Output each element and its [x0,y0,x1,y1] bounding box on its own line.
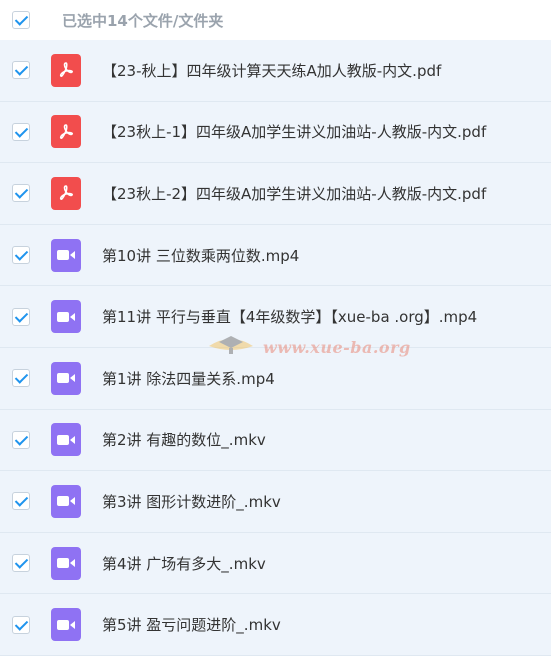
file-name: 第3讲 图形计数进阶_.mkv [102,492,281,511]
file-checkbox[interactable] [12,554,30,573]
video-icon [51,361,81,395]
file-list: 【23-秋上】四年级计算天天练A加人教版-内文.pdf 【23秋上-1】四年级A… [0,40,551,656]
video-icon [51,300,81,334]
file-name: 【23-秋上】四年级计算天天练A加人教版-内文.pdf [102,61,442,80]
selection-count-label: 已选中14个文件/文件夹 [62,11,224,30]
video-icon [51,546,81,580]
video-icon [51,608,81,642]
file-checkbox[interactable] [12,369,30,388]
file-name: 第11讲 平行与垂直【4年级数学】【xue-ba .org】.mp4 [102,308,478,327]
file-name: 第10讲 三位数乘两位数.mp4 [102,246,300,265]
file-checkbox[interactable] [12,246,30,265]
file-checkbox[interactable] [12,492,30,511]
file-checkbox[interactable] [12,430,30,449]
video-icon [51,238,81,272]
file-name: 第4讲 广场有多大_.mkv [102,554,266,573]
pdf-icon [51,115,81,149]
file-row[interactable]: 第5讲 盈亏问题进阶_.mkv [0,594,551,656]
file-row[interactable]: 第2讲 有趣的数位_.mkv [0,410,551,472]
pdf-icon [51,53,81,87]
file-row[interactable]: 第1讲 除法四量关系.mp4 [0,348,551,410]
file-row[interactable]: 第4讲 广场有多大_.mkv [0,533,551,595]
file-name: 第2讲 有趣的数位_.mkv [102,431,266,450]
file-name: 【23秋上-1】四年级A加学生讲义加油站-人教版-内文.pdf [102,123,487,142]
file-row[interactable]: 【23-秋上】四年级计算天天练A加人教版-内文.pdf [0,40,551,102]
file-name: 第5讲 盈亏问题进阶_.mkv [102,616,281,635]
pdf-icon [51,176,81,210]
video-icon [51,484,81,518]
file-row[interactable]: 【23秋上-2】四年级A加学生讲义加油站-人教版-内文.pdf [0,163,551,225]
file-checkbox[interactable] [12,307,30,326]
file-checkbox[interactable] [12,61,30,80]
file-checkbox[interactable] [12,184,30,203]
file-row[interactable]: 第10讲 三位数乘两位数.mp4 [0,225,551,287]
selection-header: 已选中14个文件/文件夹 [0,0,551,40]
file-row[interactable]: 第3讲 图形计数进阶_.mkv [0,471,551,533]
select-all-checkbox[interactable] [12,11,30,29]
file-checkbox[interactable] [12,122,30,141]
file-name: 第1讲 除法四量关系.mp4 [102,369,275,388]
file-checkbox[interactable] [12,615,30,634]
video-icon [51,423,81,457]
file-name: 【23秋上-2】四年级A加学生讲义加油站-人教版-内文.pdf [102,184,487,203]
file-row[interactable]: 【23秋上-1】四年级A加学生讲义加油站-人教版-内文.pdf [0,102,551,164]
file-row[interactable]: 第11讲 平行与垂直【4年级数学】【xue-ba .org】.mp4 [0,286,551,348]
